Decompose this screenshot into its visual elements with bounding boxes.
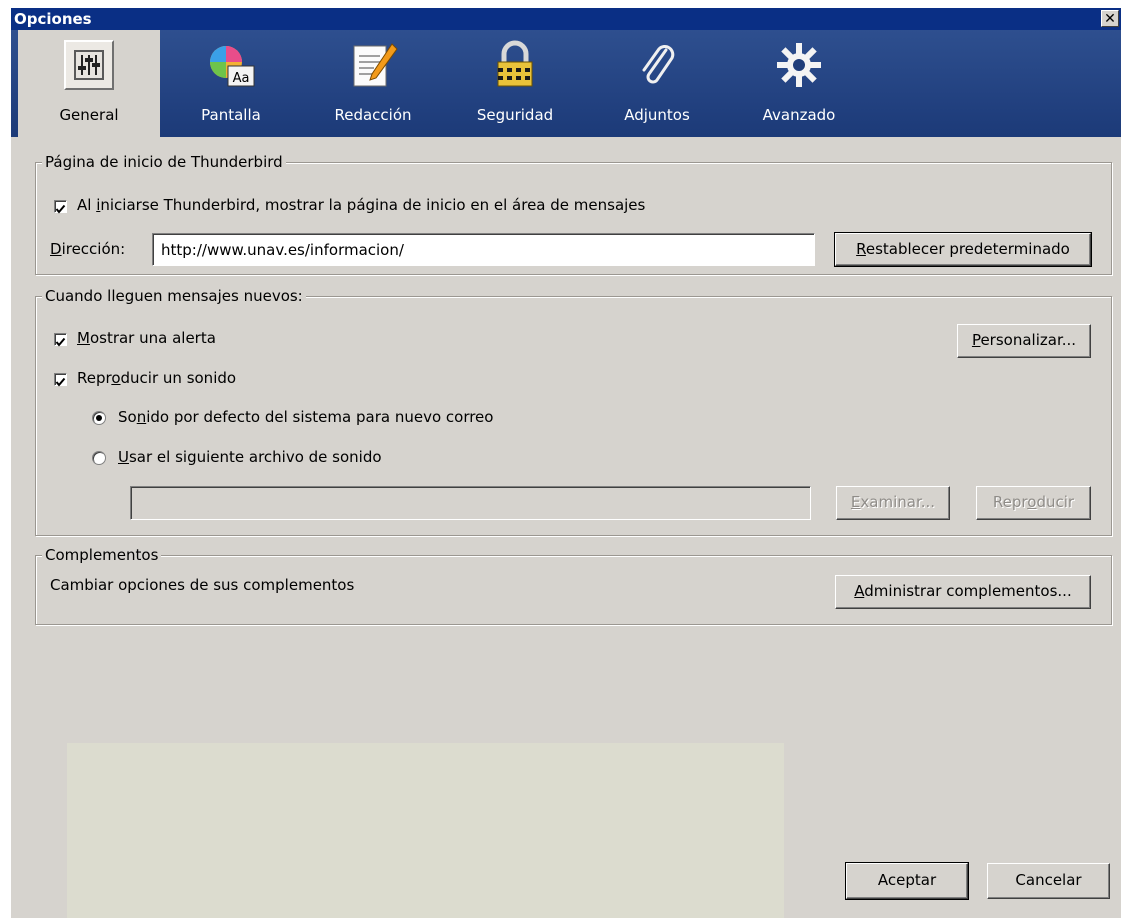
newmail-legend: Cuando lleguen mensajes nuevos: <box>42 286 306 306</box>
play-sound-label[interactable]: Reproducir un sonido <box>77 369 236 387</box>
lock-icon <box>490 40 540 90</box>
address-accesskey: D <box>50 240 62 258</box>
sound-default-radio[interactable] <box>92 411 106 425</box>
customize-button-text: ersonalizar... <box>980 331 1077 349</box>
blank-overlay-panel <box>67 743 784 918</box>
show-startpage-text-post: niciarse Thunderbird, mostrar la página … <box>100 196 646 214</box>
restore-button-text: establecer predeterminado <box>865 240 1070 258</box>
radio-selected-dot <box>96 415 102 421</box>
sound-file-path-input[interactable] <box>130 486 811 520</box>
address-label: Dirección: <box>50 240 125 258</box>
cancel-button[interactable]: Cancelar <box>987 863 1110 899</box>
address-input-box[interactable] <box>152 233 815 266</box>
tab-avanzado[interactable]: Avanzado <box>728 30 870 137</box>
tab-label: Redacción <box>334 106 412 124</box>
play-button-text-pre: Repr <box>992 493 1028 511</box>
play-sound-text-pre: Repr <box>77 369 112 387</box>
newmail-group: Cuando lleguen mensajes nuevos: Mostrar … <box>35 286 1112 536</box>
play-sound-text-post: ducir un sonido <box>120 369 237 387</box>
addons-legend: Complementos <box>42 545 162 565</box>
tab-redaccion[interactable]: Redacción <box>302 30 444 137</box>
options-dialog: Opciones ✕ General Aa Pantalla Redacción… <box>11 8 1121 918</box>
restore-default-button[interactable]: Restablecer predeterminado <box>834 232 1092 267</box>
play-button-text-post: ducir <box>1036 493 1075 511</box>
address-input[interactable] <box>161 234 814 265</box>
show-startpage-text-pre: Al <box>77 196 97 214</box>
title-bar: Opciones ✕ <box>11 8 1121 30</box>
play-button[interactable]: Reproducir <box>976 486 1091 520</box>
tab-general[interactable]: General <box>18 30 160 137</box>
tab-label: General <box>59 106 119 124</box>
manage-accesskey: A <box>854 582 865 600</box>
sound-file-label[interactable]: Usar el siguiente archivo de sonido <box>118 448 382 466</box>
show-alert-label[interactable]: Mostrar una alerta <box>77 329 216 347</box>
show-alert-checkbox[interactable] <box>54 333 67 347</box>
close-button[interactable]: ✕ <box>1101 10 1119 27</box>
addons-group: Complementos Cambiar opciones de sus com… <box>35 545 1112 625</box>
sound-default-text-pre: So <box>118 408 137 426</box>
play-sound-checkbox[interactable] <box>54 373 67 387</box>
addons-description: Cambiar opciones de sus complementos <box>50 576 355 594</box>
browse-button-text: xaminar... <box>860 493 936 511</box>
gear-icon <box>774 40 824 90</box>
tab-adjuntos[interactable]: Adjuntos <box>586 30 728 137</box>
sound-file-radio[interactable] <box>92 451 106 465</box>
tab-pantalla[interactable]: Aa Pantalla <box>160 30 302 137</box>
tab-label: Pantalla <box>201 106 261 124</box>
browse-button[interactable]: Examinar... <box>836 486 950 520</box>
tab-seguridad[interactable]: Seguridad <box>444 30 586 137</box>
sound-default-text-post: ido por defecto del sistema para nuevo c… <box>146 408 494 426</box>
color-font-icon: Aa <box>206 40 256 90</box>
tab-label: Adjuntos <box>624 106 690 124</box>
svg-text:Aa: Aa <box>233 71 250 86</box>
sound-default-accesskey: n <box>136 408 147 426</box>
compose-pencil-icon <box>348 40 398 90</box>
play-sound-accesskey: o <box>111 369 121 387</box>
paperclip-icon <box>632 40 682 90</box>
customize-button[interactable]: Personalizar... <box>957 324 1091 358</box>
restore-accesskey: R <box>856 240 866 258</box>
sound-file-text: sar el siguiente archivo de sonido <box>128 448 382 466</box>
tab-label: Avanzado <box>762 106 836 124</box>
address-label-text: irección: <box>61 240 126 258</box>
ok-button[interactable]: Aceptar <box>845 862 969 900</box>
sound-file-accesskey: U <box>118 448 129 466</box>
window-title: Opciones <box>14 10 92 28</box>
startpage-group: Página de inicio de Thunderbird Al inici… <box>35 152 1112 275</box>
show-alert-accesskey: M <box>77 329 90 347</box>
manage-addons-button[interactable]: Administrar complementos... <box>835 575 1091 609</box>
tab-label: Seguridad <box>476 106 554 124</box>
show-startpage-checkbox[interactable] <box>54 200 67 214</box>
show-startpage-label[interactable]: Al iniciarse Thunderbird, mostrar la pág… <box>77 196 645 214</box>
category-toolbar: General Aa Pantalla Redacción Seguridad … <box>11 30 1121 137</box>
browse-accesskey: E <box>850 493 861 511</box>
sliders-icon <box>64 40 114 90</box>
manage-button-text: dministrar complementos... <box>864 582 1072 600</box>
sound-default-label[interactable]: Sonido por defecto del sistema para nuev… <box>118 408 493 426</box>
startpage-legend: Página de inicio de Thunderbird <box>42 152 286 172</box>
show-alert-text: ostrar una alerta <box>89 329 216 347</box>
